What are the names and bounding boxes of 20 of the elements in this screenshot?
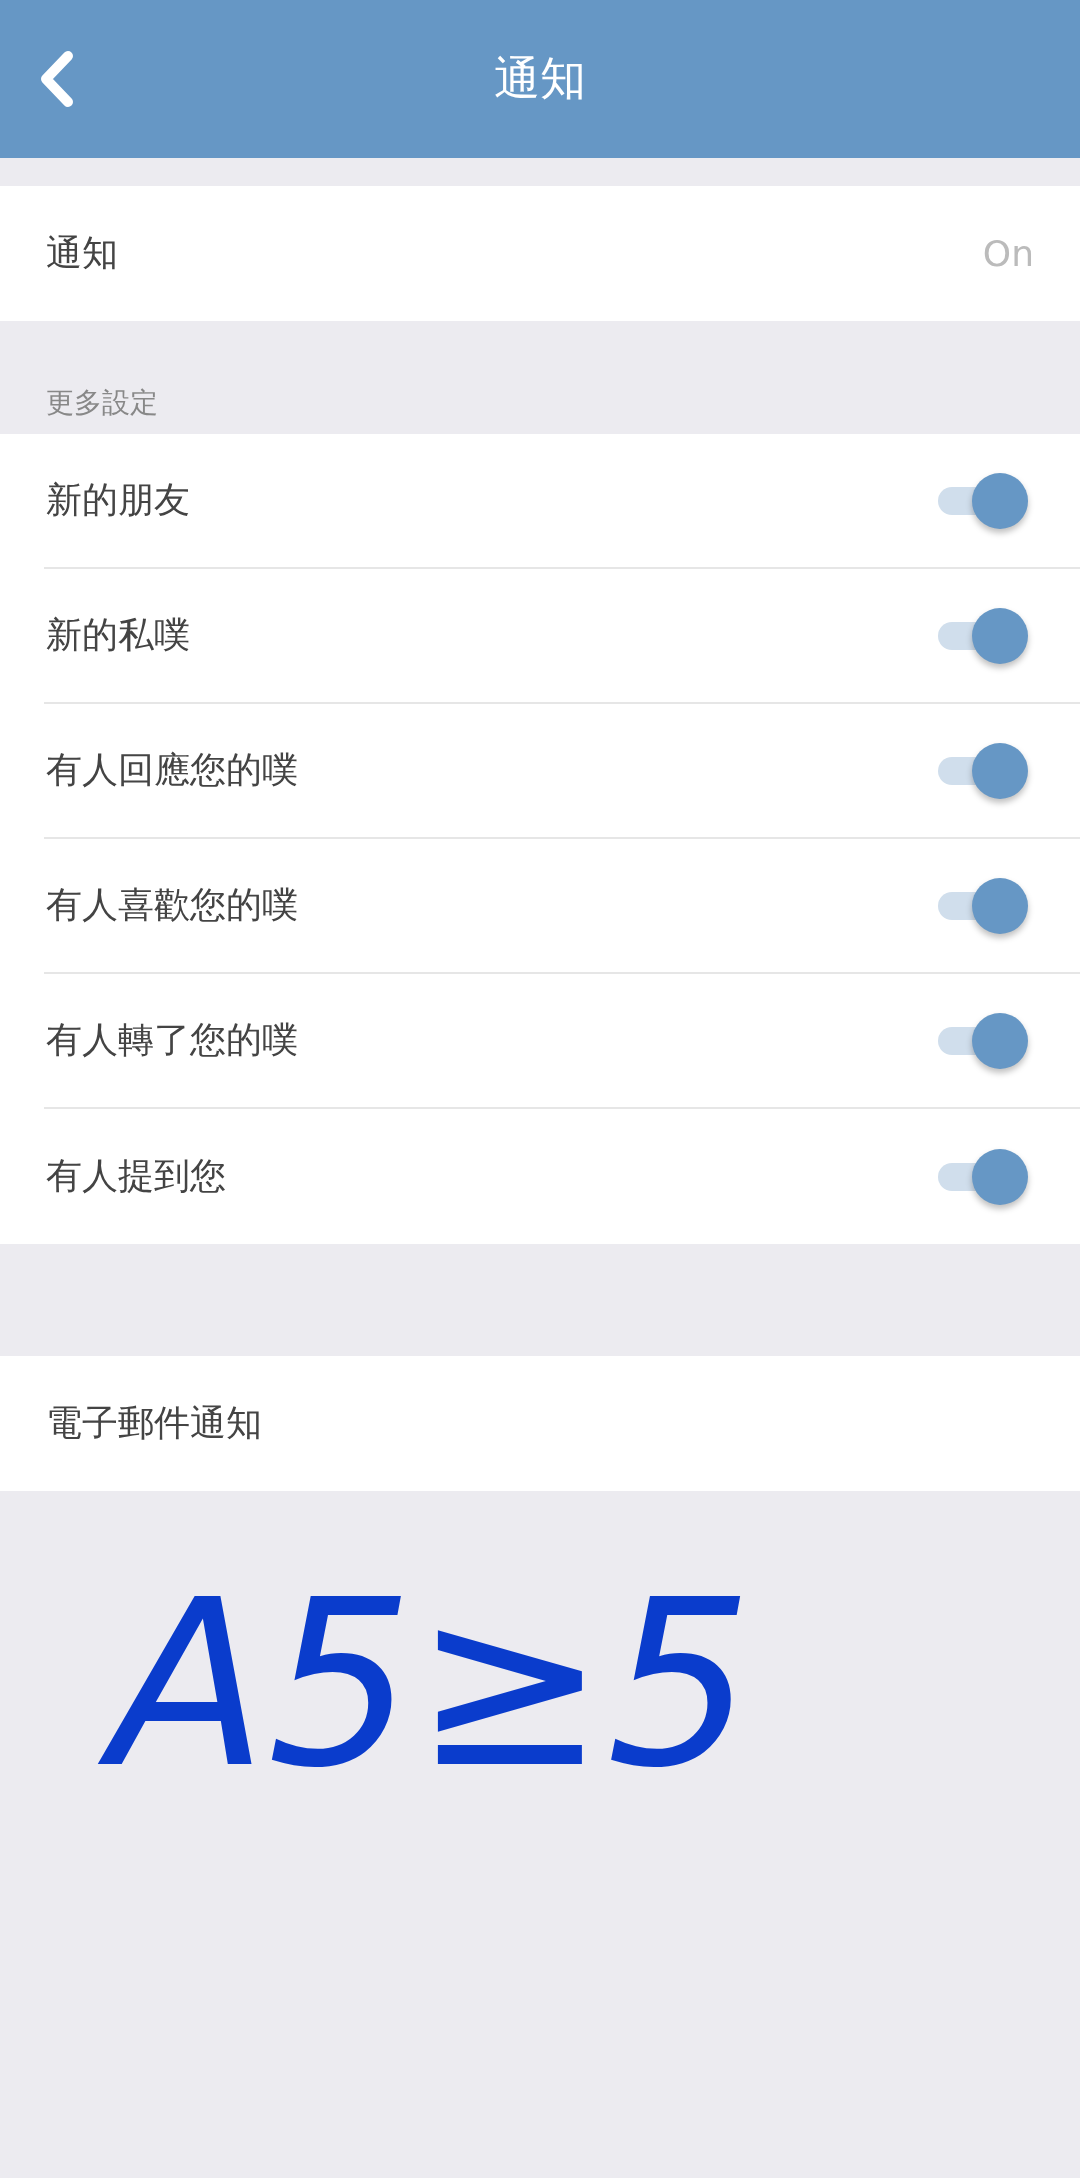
row-label: 電子郵件通知 xyxy=(46,1401,262,1445)
row-label: 有人提到您 xyxy=(46,1154,226,1198)
toggle-switch[interactable] xyxy=(936,472,1028,529)
settings-row[interactable]: 通知 On xyxy=(0,186,1080,321)
toggle-switch[interactable] xyxy=(936,607,1028,664)
row-label: 通知 xyxy=(46,231,118,275)
toggle-switch[interactable] xyxy=(936,877,1028,934)
row-label: 有人喜歡您的噗 xyxy=(46,883,298,927)
handwritten-note: A5≥5 xyxy=(90,1541,793,1829)
toggle-switch[interactable] xyxy=(936,742,1028,799)
row-label: 新的私噗 xyxy=(46,613,190,657)
row-value: On xyxy=(982,233,1034,274)
settings-row[interactable]: 電子郵件通知 xyxy=(0,1356,1080,1491)
section-heading: 更多設定 xyxy=(46,385,158,421)
page-title: 通知 xyxy=(494,50,586,107)
row-label: 有人回應您的噗 xyxy=(46,748,298,792)
row-label: 有人轉了您的噗 xyxy=(46,1018,298,1062)
toggle-switch[interactable] xyxy=(936,1148,1028,1205)
row-label: 新的朋友 xyxy=(46,478,190,522)
toggle-switch[interactable] xyxy=(936,1012,1028,1069)
